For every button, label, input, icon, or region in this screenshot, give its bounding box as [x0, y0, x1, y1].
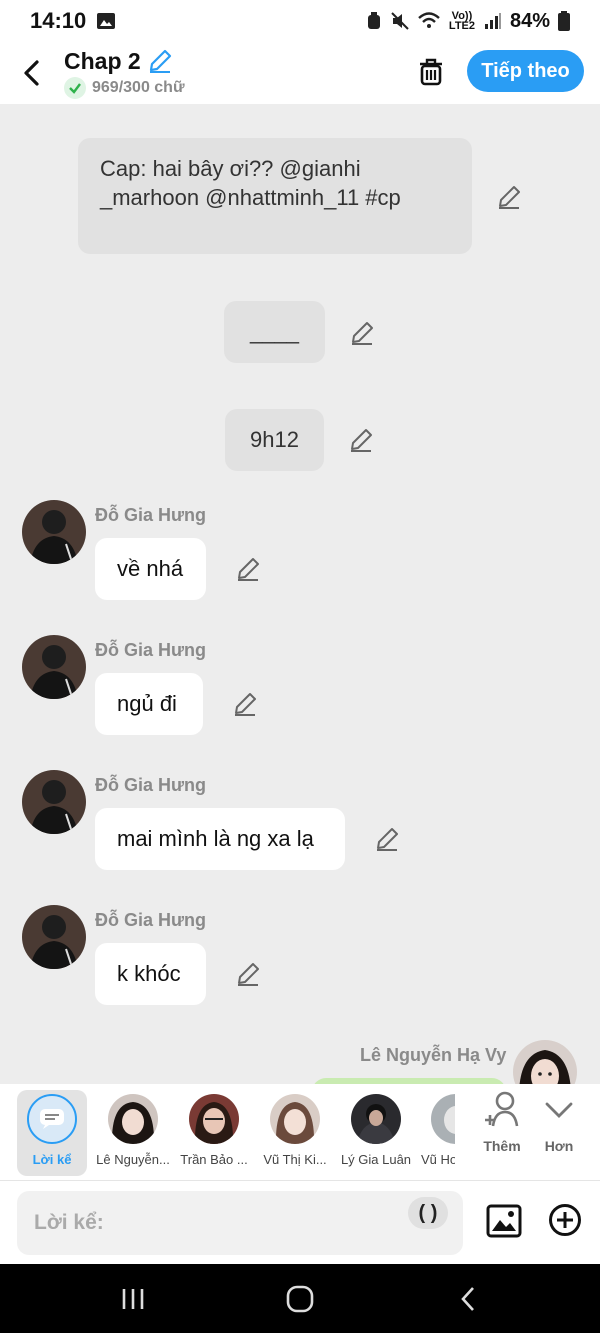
chevron-down-icon	[545, 1102, 573, 1118]
network-label: Vo)) LTE2	[448, 10, 475, 32]
alarm-icon	[367, 12, 380, 29]
time-text: 9h12	[250, 427, 299, 452]
sender-name: Đỗ Gia Hưng	[95, 775, 207, 795]
message-bubble[interactable]: ngủ đi	[95, 673, 203, 735]
message-bubble[interactable]: về nhá	[95, 538, 206, 600]
recent-apps-button[interactable]	[113, 1282, 153, 1316]
edit-title-icon[interactable]	[147, 48, 173, 74]
caption-bubble[interactable]: Cap: hai bây ơi?? @gianhi _marhoon @nhat…	[78, 138, 472, 254]
character-name: Trần Bảo ...	[180, 1152, 248, 1167]
character-item[interactable]: Vũ Thị Ki...	[255, 1090, 335, 1176]
character-name: Lời kể	[32, 1152, 72, 1167]
divider-text: ____	[250, 319, 299, 344]
avatar[interactable]	[22, 770, 86, 834]
composer: ( )	[0, 1180, 600, 1264]
character-selector: Lời kể Lê Nguyễn... Trần Bảo ... Vũ Thị …	[0, 1084, 600, 1180]
character-item[interactable]: Vũ Ho	[417, 1090, 455, 1176]
add-icon[interactable]	[548, 1203, 582, 1237]
more-label: Hơn	[544, 1138, 574, 1154]
time-bubble[interactable]: 9h12	[225, 409, 324, 471]
image-icon[interactable]	[486, 1203, 522, 1239]
check-icon	[64, 76, 86, 99]
gallery-notification-icon	[97, 13, 116, 29]
sender-name: Đỗ Gia Hưng	[95, 640, 207, 660]
add-character-label: Thêm	[483, 1138, 521, 1154]
message-text: mai mình là ng xa lạ	[117, 826, 314, 851]
character-avatar	[351, 1094, 401, 1144]
avatar[interactable]	[22, 500, 86, 564]
mute-icon	[391, 12, 409, 30]
edit-icon[interactable]	[235, 961, 261, 987]
add-character-button[interactable]: Thêm	[472, 1090, 532, 1170]
edit-icon[interactable]	[348, 427, 374, 453]
divider-bubble[interactable]: ____	[224, 301, 325, 363]
story-chat-area: Cap: hai bây ơi?? @gianhi _marhoon @nhat…	[0, 104, 600, 1084]
trash-icon	[420, 58, 442, 86]
character-name: Vũ Ho	[421, 1152, 455, 1167]
caption-text: Cap: hai bây ơi?? @gianhi _marhoon @nhat…	[100, 156, 401, 210]
more-button[interactable]: Hơn	[529, 1090, 589, 1170]
character-avatar	[431, 1094, 455, 1144]
edit-icon[interactable]	[235, 556, 261, 582]
narration-input-box	[17, 1191, 463, 1255]
edit-icon[interactable]	[232, 691, 258, 717]
narrator-icon	[27, 1094, 77, 1144]
character-item[interactable]: Lê Nguyễn...	[93, 1090, 173, 1176]
back-icon	[461, 1287, 474, 1311]
narration-input[interactable]	[34, 1211, 394, 1235]
status-bar: 14:10 Vo)) LTE2 84%	[0, 0, 600, 42]
message-text: k khóc	[117, 961, 181, 986]
parentheses-button[interactable]: ( )	[408, 1197, 448, 1229]
delete-button[interactable]	[412, 52, 450, 92]
avatar[interactable]	[22, 635, 86, 699]
sender-name: Đỗ Gia Hưng	[95, 505, 207, 525]
edit-icon[interactable]	[496, 184, 522, 210]
sender-name-right: Lê Nguyễn Hạ Vy	[360, 1045, 507, 1065]
avatar[interactable]	[22, 905, 86, 969]
message-bubble[interactable]: k khóc	[95, 943, 206, 1005]
add-person-icon	[485, 1091, 519, 1127]
message-text: về nhá	[117, 556, 184, 581]
signal-icon	[484, 13, 501, 29]
character-name: Lý Gia Luân	[340, 1152, 412, 1167]
next-button[interactable]: Tiếp theo	[467, 50, 584, 92]
avatar-right[interactable]	[513, 1040, 577, 1084]
character-name: Lê Nguyễn...	[96, 1152, 170, 1167]
chapter-title: Chap 2	[64, 47, 141, 74]
system-back-button[interactable]	[448, 1282, 488, 1316]
message-text: ngủ đi	[117, 691, 177, 716]
system-nav-bar	[0, 1264, 600, 1333]
wifi-icon	[418, 12, 440, 28]
character-avatar	[270, 1094, 320, 1144]
character-avatar	[108, 1094, 158, 1144]
character-name: Vũ Thị Ki...	[263, 1152, 327, 1167]
character-item[interactable]: Lý Gia Luân	[336, 1090, 416, 1176]
edit-icon[interactable]	[349, 320, 375, 346]
status-time: 14:10	[30, 8, 87, 33]
message-bubble[interactable]: mai mình là ng xa lạ	[95, 808, 345, 870]
back-button[interactable]	[0, 42, 64, 104]
home-icon	[286, 1285, 314, 1313]
recent-apps-icon	[122, 1289, 144, 1309]
home-button[interactable]	[280, 1282, 320, 1316]
app-header: Chap 2 969/300 chữ Tiếp theo	[0, 42, 600, 104]
sender-name: Đỗ Gia Hưng	[95, 910, 207, 930]
back-arrow-icon	[24, 60, 39, 86]
battery-percent: 84%	[509, 9, 550, 32]
character-item[interactable]: Trần Bảo ...	[174, 1090, 254, 1176]
word-counter: 969/300 chữ	[92, 78, 185, 96]
character-narrator[interactable]: Lời kể	[17, 1090, 87, 1176]
battery-icon	[558, 11, 570, 31]
edit-icon[interactable]	[374, 826, 400, 852]
character-avatar	[189, 1094, 239, 1144]
